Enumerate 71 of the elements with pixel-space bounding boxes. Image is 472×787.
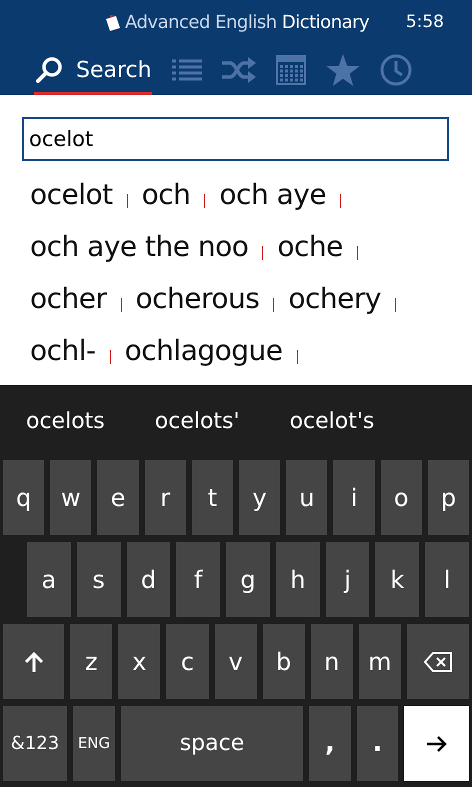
calendar-icon: [276, 55, 306, 85]
space-key[interactable]: space: [121, 706, 303, 781]
result-word[interactable]: och: [142, 174, 190, 216]
backspace-key[interactable]: [406, 624, 470, 699]
letter-key[interactable]: m: [358, 624, 401, 699]
letter-key[interactable]: w: [50, 460, 92, 535]
letter-key[interactable]: r: [144, 460, 186, 535]
app-title: Advanced English Dictionary: [125, 11, 370, 35]
search-tab[interactable]: Search: [34, 45, 152, 95]
word-separator: [126, 194, 128, 208]
word-suggestion[interactable]: ocelots: [26, 404, 105, 438]
letter-key[interactable]: p: [428, 460, 470, 535]
letter-key[interactable]: x: [118, 624, 160, 699]
language-key[interactable]: ENG: [73, 706, 115, 781]
star-icon: [326, 54, 360, 86]
word-separator: [340, 194, 342, 208]
letter-key[interactable]: i: [333, 460, 375, 535]
comma-key[interactable]: ,: [309, 706, 351, 781]
shift-arrow-icon: [24, 652, 43, 672]
word-separator: [110, 350, 111, 364]
letter-key[interactable]: c: [166, 624, 208, 699]
word-separator: [120, 298, 122, 312]
result-word[interactable]: ochery: [288, 278, 381, 320]
letter-key[interactable]: g: [226, 542, 270, 617]
word-separator: [262, 246, 264, 260]
shuffle-icon: [222, 57, 256, 83]
word-separator: [394, 298, 396, 312]
word-separator: [204, 194, 206, 208]
result-word[interactable]: ochl-: [30, 330, 96, 372]
clock-icon: [380, 54, 412, 86]
letter-key[interactable]: h: [276, 542, 320, 617]
word-separator: [273, 298, 274, 312]
letter-key[interactable]: l: [425, 542, 470, 617]
search-icon: [34, 55, 64, 85]
word-separator: [356, 246, 358, 260]
letter-key[interactable]: k: [375, 542, 420, 617]
list-icon: [172, 58, 202, 82]
letter-key[interactable]: q: [3, 460, 44, 535]
result-word[interactable]: ocherous: [136, 278, 260, 320]
letter-key[interactable]: v: [214, 624, 257, 699]
letter-key[interactable]: f: [176, 542, 220, 617]
letter-key[interactable]: t: [192, 460, 234, 535]
word-separator: [296, 350, 298, 364]
result-word[interactable]: ocelot: [30, 174, 113, 216]
letter-key[interactable]: u: [286, 460, 328, 535]
letter-key[interactable]: b: [262, 624, 305, 699]
letter-key[interactable]: n: [310, 624, 353, 699]
result-word[interactable]: och aye: [219, 174, 326, 216]
letter-key[interactable]: z: [70, 624, 112, 699]
clock-time: 5:58: [406, 10, 444, 34]
symbols-key[interactable]: &123: [3, 706, 67, 781]
word-suggestion[interactable]: ocelot's: [290, 404, 374, 438]
enter-key[interactable]: [404, 706, 469, 781]
result-word[interactable]: och aye the noo: [30, 226, 248, 268]
letter-key[interactable]: d: [126, 542, 170, 617]
search-field[interactable]: ocelot: [22, 117, 449, 161]
shift-key[interactable]: [3, 624, 64, 699]
letter-key[interactable]: y: [239, 460, 280, 535]
backspace-icon: [424, 652, 452, 672]
result-word[interactable]: ocher: [30, 278, 107, 320]
letter-key[interactable]: j: [326, 542, 370, 617]
letter-key[interactable]: o: [380, 460, 422, 535]
letter-key[interactable]: a: [27, 542, 71, 617]
result-word[interactable]: oche: [277, 226, 343, 268]
letter-key[interactable]: s: [76, 542, 121, 617]
enter-arrow-icon: [426, 736, 446, 752]
period-key[interactable]: .: [357, 706, 398, 781]
letter-key[interactable]: e: [97, 460, 139, 535]
book-logo-icon: [104, 14, 122, 32]
result-word[interactable]: ochlagogue: [124, 330, 283, 372]
word-suggestion[interactable]: ocelots': [154, 404, 240, 438]
